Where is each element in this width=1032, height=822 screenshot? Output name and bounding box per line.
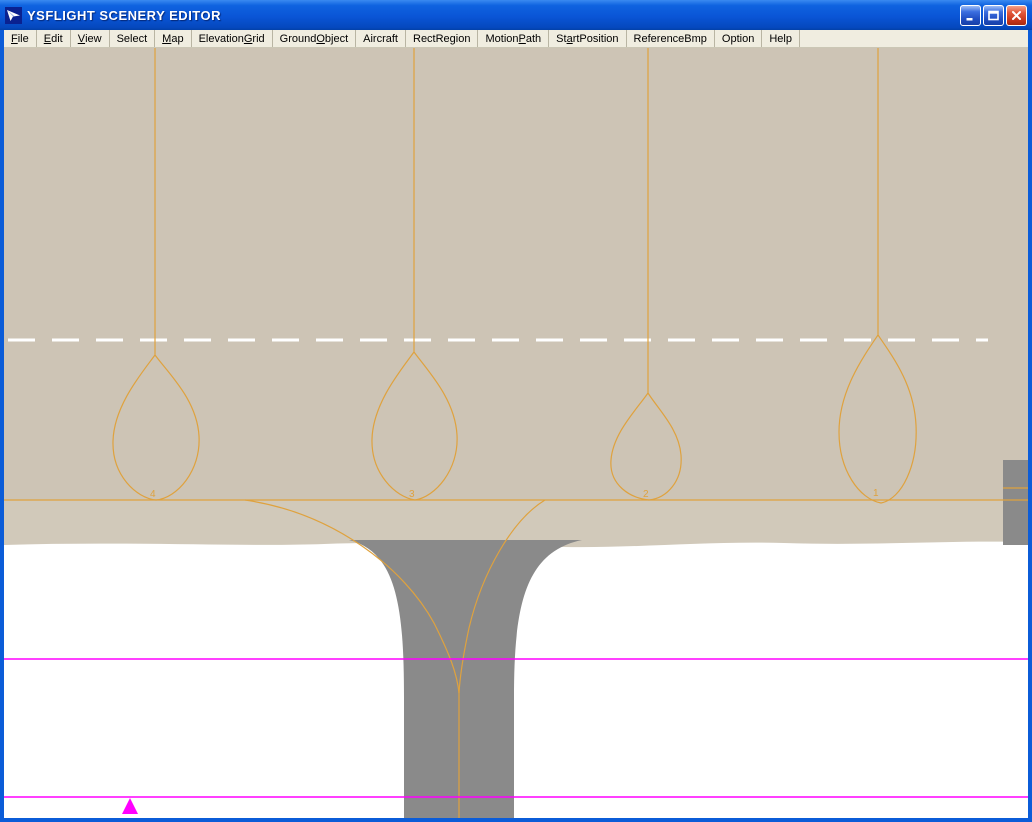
menu-item-edit[interactable]: Edit	[37, 30, 71, 47]
motion-path-label: 4	[150, 489, 156, 500]
menu-accesskey: V	[77, 32, 86, 45]
taxiway-right-block	[1003, 460, 1028, 545]
map-canvas-svg[interactable]: 4 3 2 1	[4, 48, 1028, 818]
maximize-icon	[988, 10, 999, 20]
menu-accesskey: F	[11, 32, 18, 45]
menu-item-motionpath[interactable]: Motion Path	[478, 30, 550, 47]
app-window: YSFLIGHT SCENERY EDITOR File Edit View S…	[0, 0, 1032, 822]
title-bar[interactable]: YSFLIGHT SCENERY EDITOR	[0, 0, 1032, 30]
app-icon[interactable]	[5, 6, 22, 24]
menu-text: St	[556, 32, 567, 45]
menu-item-option[interactable]: Option	[715, 30, 763, 47]
menu-text: Elevation	[198, 32, 244, 45]
motion-path-label: 2	[643, 489, 649, 500]
motion-path-label: 1	[873, 488, 879, 499]
menu-text: Help	[769, 32, 792, 45]
ground-area	[4, 48, 1028, 500]
menu-text: Option	[721, 32, 755, 45]
close-icon	[1012, 10, 1021, 20]
maximize-button[interactable]	[983, 4, 1004, 26]
menu-text: rtPosition	[572, 32, 619, 45]
menu-item-rectregion[interactable]: RectRegion	[406, 30, 479, 47]
minimize-button[interactable]	[960, 4, 981, 26]
menu-accesskey: E	[43, 32, 52, 45]
menu-accesskey: M	[162, 32, 172, 45]
menu-text: Ground	[279, 32, 317, 45]
minimize-icon	[966, 17, 973, 20]
menu-text: ath	[525, 32, 542, 45]
menu-item-file[interactable]: File	[4, 30, 37, 47]
menu-accesskey: O	[316, 32, 325, 45]
menu-accesskey: P	[518, 32, 526, 45]
menu-item-aircraft[interactable]: Aircraft	[356, 30, 406, 47]
menu-text: dit	[51, 32, 63, 45]
menu-item-map[interactable]: Map	[155, 30, 192, 47]
menu-text: Aircraft	[363, 32, 398, 45]
menu-accesskey: G	[243, 32, 253, 45]
menu-text: iew	[85, 32, 102, 45]
menu-item-view[interactable]: View	[71, 30, 110, 47]
menu-text: bject	[324, 32, 349, 45]
menu-item-startposition[interactable]: St a rtPosition	[549, 30, 627, 47]
menu-text: RectRegion	[413, 32, 471, 45]
motion-path-label: 3	[409, 489, 415, 500]
menu-bar: File Edit View Select Map Elevation Grid …	[4, 30, 1028, 48]
menu-item-elevationgrid[interactable]: Elevation Grid	[192, 30, 273, 47]
menu-item-referencebmp[interactable]: ReferenceBmp	[627, 30, 715, 47]
menu-text: ap	[171, 32, 184, 45]
editor-viewport[interactable]: 4 3 2 1	[4, 48, 1028, 818]
menu-item-help[interactable]: Help	[762, 30, 800, 47]
window-title: YSFLIGHT SCENERY EDITOR	[27, 7, 222, 23]
menu-item-select[interactable]: Select	[110, 30, 156, 47]
menu-item-groundobject[interactable]: Ground Object	[273, 30, 357, 47]
menu-text: ReferenceBmp	[633, 32, 707, 45]
menu-text: Select	[116, 32, 148, 45]
menu-text: Motion	[485, 32, 519, 45]
close-button[interactable]	[1006, 4, 1027, 26]
menu-text: ile	[17, 32, 29, 45]
menu-text: rid	[252, 32, 265, 45]
